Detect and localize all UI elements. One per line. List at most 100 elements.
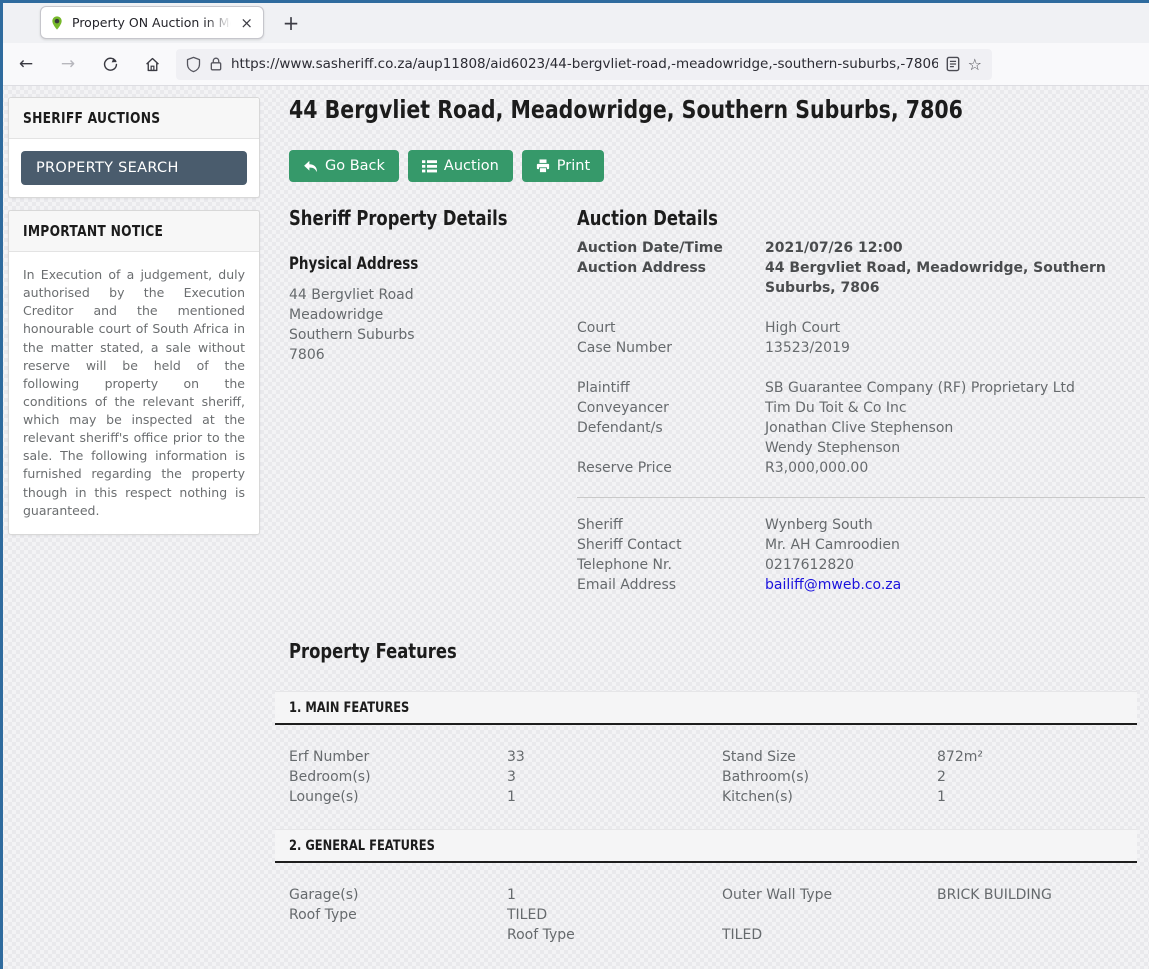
feature-cell: Lounge(s) <box>289 787 507 807</box>
important-notice-card: IMPORTANT NOTICE In Execution of a judge… <box>8 210 260 535</box>
field-label: Plaintiff <box>577 378 765 398</box>
field-value: 0217612820 <box>765 555 1145 575</box>
feature-cell <box>937 905 1137 925</box>
plaintiff-row: Plaintiff SB Guarantee Company (RF) Prop… <box>577 378 1145 398</box>
reserve-price-row: Reserve Price R3,000,000.00 <box>577 458 1145 478</box>
auction-address-row: Auction Address 44 Bergvliet Road, Meado… <box>577 258 1145 298</box>
main-content: 44 Bergvliet Road, Meadowridge, Southern… <box>275 95 1137 949</box>
main-features-section-header: 1. MAIN FEATURES <box>275 691 1137 725</box>
tab-title-fade <box>205 15 231 30</box>
lock-icon[interactable] <box>209 56 223 72</box>
sheriff-auctions-card: SHERIFF AUCTIONS PROPERTY SEARCH <box>8 97 260 198</box>
print-button[interactable]: Print <box>522 150 604 182</box>
field-value: R3,000,000.00 <box>765 458 1145 478</box>
case-number-row: Case Number 13523/2019 <box>577 338 1145 358</box>
back-button[interactable]: ← <box>10 49 42 79</box>
sheriff-property-details: Sheriff Property Details Physical Addres… <box>289 206 577 595</box>
physical-address: 44 Bergvliet Road Meadowridge Southern S… <box>289 285 577 365</box>
sheriff-row: Sheriff Wynberg South <box>577 515 1145 535</box>
reply-arrow-icon <box>303 160 318 173</box>
bookmark-star-icon[interactable]: ☆ <box>968 55 982 74</box>
field-label: Defendant/s <box>577 418 765 458</box>
sheriff-auctions-title: SHERIFF AUCTIONS <box>23 109 205 127</box>
field-value: SB Guarantee Company (RF) Proprietary Lt… <box>765 378 1145 398</box>
page-content: SHERIFF AUCTIONS PROPERTY SEARCH IMPORTA… <box>0 86 1149 969</box>
feature-cell: 1 <box>507 885 722 905</box>
feature-cell: 2 <box>937 767 1137 787</box>
url-bar[interactable]: https://www.sasheriff.co.za/aup11808/aid… <box>176 49 992 80</box>
court-row: Court High Court <box>577 318 1145 338</box>
reload-icon[interactable] <box>94 49 126 79</box>
divider <box>577 497 1145 498</box>
feature-cell: Bathroom(s) <box>722 767 937 787</box>
field-value: 13523/2019 <box>765 338 1145 358</box>
property-details-heading: Sheriff Property Details <box>289 206 525 230</box>
auction-details-heading: Auction Details <box>577 206 1043 230</box>
field-label: Telephone Nr. <box>577 555 765 575</box>
feature-cell: Erf Number <box>289 747 507 767</box>
email-row: Email Address bailiff@mweb.co.za <box>577 575 1145 595</box>
field-label: Email Address <box>577 575 765 595</box>
defendant-name: Wendy Stephenson <box>765 438 1145 458</box>
action-buttons: Go Back Auction Print <box>289 150 1137 182</box>
feature-cell: Roof Type <box>507 925 722 945</box>
tracking-shield-icon[interactable] <box>186 56 201 73</box>
main-features-table: Erf Number33Stand Size872m²Bedroom(s)3Ba… <box>275 725 1137 825</box>
defendant-row: Defendant/s Jonathan Clive Stephenson We… <box>577 418 1145 458</box>
defendant-name: Jonathan Clive Stephenson <box>765 418 1145 438</box>
url-text: https://www.sasheriff.co.za/aup11808/aid… <box>231 56 938 72</box>
feature-cell: 3 <box>507 767 722 787</box>
feature-cell <box>937 925 1137 945</box>
auction-button[interactable]: Auction <box>408 150 513 182</box>
tab-close-icon[interactable]: × <box>238 14 255 32</box>
feature-cell: 1 <box>507 787 722 807</box>
sheriff-group: Sheriff Wynberg South Sheriff Contact Mr… <box>577 515 1145 595</box>
field-value: 2021/07/26 12:00 <box>765 238 1145 258</box>
feature-cell: 33 <box>507 747 722 767</box>
sheriff-auctions-header: SHERIFF AUCTIONS <box>9 98 259 139</box>
address-line: 7806 <box>289 345 577 365</box>
field-label: Sheriff <box>577 515 765 535</box>
general-features-title: 2. GENERAL FEATURES <box>289 838 984 854</box>
important-notice-header: IMPORTANT NOTICE <box>9 211 259 252</box>
general-features-table: Garage(s)1Outer Wall TypeBRICK BUILDINGR… <box>275 863 1137 949</box>
new-tab-button[interactable]: + <box>276 8 306 38</box>
field-label: Court <box>577 318 765 338</box>
feature-cell: BRICK BUILDING <box>937 885 1137 905</box>
feature-cell: TILED <box>722 925 937 945</box>
feature-cell: 1 <box>937 787 1137 807</box>
auction-when-group: Auction Date/Time 2021/07/26 12:00 Aucti… <box>577 238 1145 298</box>
field-label: Conveyancer <box>577 398 765 418</box>
address-line: Meadowridge <box>289 305 577 325</box>
telephone-row: Telephone Nr. 0217612820 <box>577 555 1145 575</box>
feature-cell: Garage(s) <box>289 885 507 905</box>
field-label: Auction Address <box>577 258 765 298</box>
feature-cell: Kitchen(s) <box>722 787 937 807</box>
email-link[interactable]: bailiff@mweb.co.za <box>765 577 901 593</box>
feature-cell: Stand Size <box>722 747 937 767</box>
list-icon <box>422 160 437 173</box>
navigation-toolbar: ← → https://www.sasheriff.co.za/aup11808… <box>0 43 1149 86</box>
go-back-button[interactable]: Go Back <box>289 150 399 182</box>
field-value: Jonathan Clive Stephenson Wendy Stephens… <box>765 418 1145 458</box>
window-border-top <box>0 0 1149 3</box>
home-icon[interactable] <box>136 49 168 79</box>
main-features-title: 1. MAIN FEATURES <box>289 700 984 716</box>
important-notice-title: IMPORTANT NOTICE <box>23 222 205 240</box>
map-pin-favicon-icon <box>49 15 65 31</box>
forward-button[interactable]: → <box>52 49 84 79</box>
field-value: High Court <box>765 318 1145 338</box>
field-label: Auction Date/Time <box>577 238 765 258</box>
field-label: Sheriff Contact <box>577 535 765 555</box>
tab-title: Property ON Auction in Meado <box>72 15 231 30</box>
property-search-button[interactable]: PROPERTY SEARCH <box>21 151 247 185</box>
browser-tab[interactable]: Property ON Auction in Meado × <box>40 6 264 39</box>
field-value: Wynberg South <box>765 515 1145 535</box>
auction-datetime-row: Auction Date/Time 2021/07/26 12:00 <box>577 238 1145 258</box>
important-notice-text: In Execution of a judgement, duly author… <box>9 252 259 534</box>
reader-mode-icon[interactable] <box>946 56 960 72</box>
page-title: 44 Bergvliet Road, Meadowridge, Southern… <box>289 95 984 124</box>
feature-cell: Roof Type <box>289 905 507 925</box>
sidebar: SHERIFF AUCTIONS PROPERTY SEARCH IMPORTA… <box>8 97 260 547</box>
feature-cell: 872m² <box>937 747 1137 767</box>
